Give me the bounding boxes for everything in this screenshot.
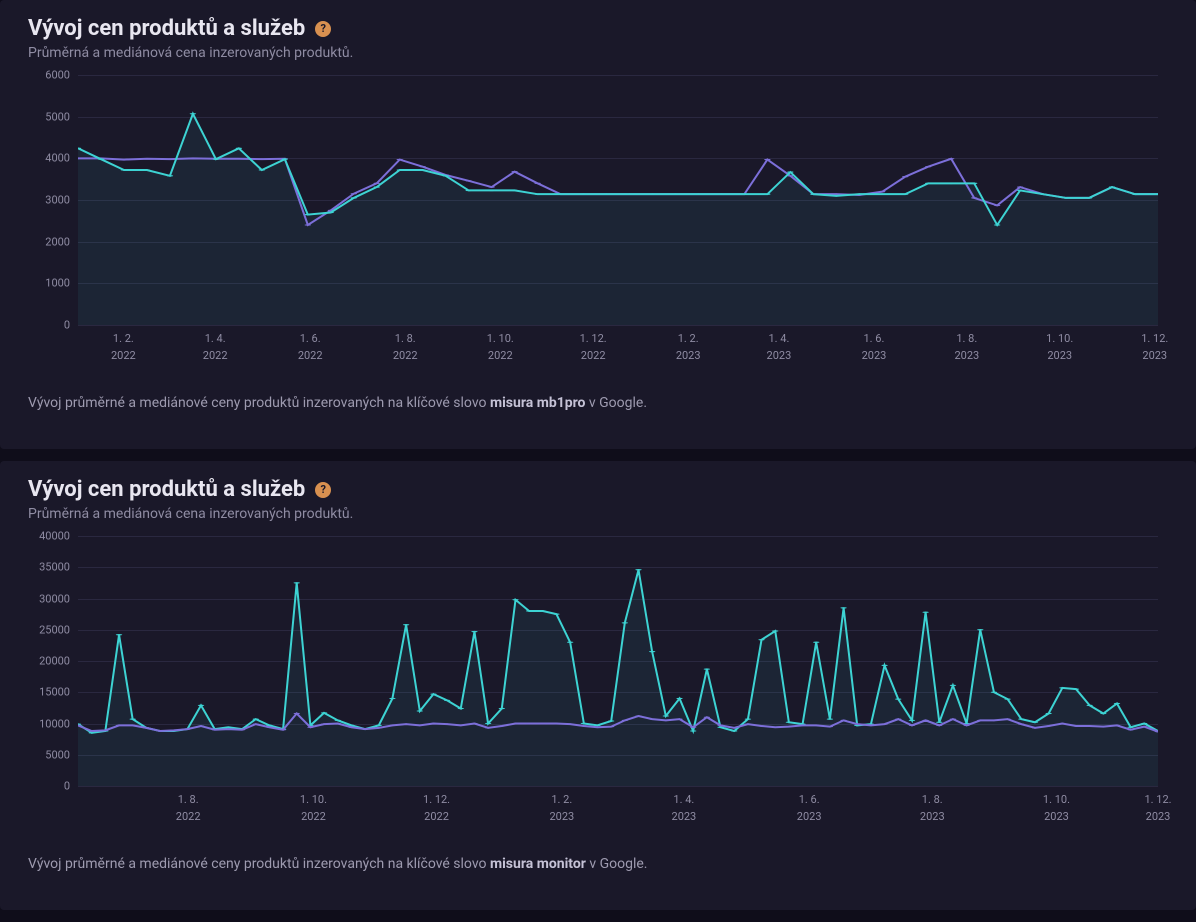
y-tick-label: 5000 xyxy=(45,748,70,761)
x-tick-label: 1. 8.2023 xyxy=(954,325,979,364)
footer-suffix: v Google. xyxy=(585,395,647,411)
x-tick-label: 1. 2.2023 xyxy=(549,786,574,825)
x-tick-label: 1. 10.2022 xyxy=(487,325,514,364)
x-tick-label: 1. 8.2022 xyxy=(393,325,418,364)
y-tick-label: 35000 xyxy=(39,561,70,574)
x-tick-label: 1. 12.2023 xyxy=(1141,325,1168,364)
footer-suffix: v Google. xyxy=(586,856,648,872)
x-tick-label: 1. 12.2022 xyxy=(423,786,450,825)
y-tick-label: 30000 xyxy=(39,592,70,605)
x-tick-label: 1. 2.2022 xyxy=(111,325,136,364)
y-tick-label: 6000 xyxy=(45,69,70,82)
y-tick-label: 5000 xyxy=(45,110,70,123)
x-tick-label: 1. 10.2022 xyxy=(300,786,327,825)
x-tick-label: 1. 8.2022 xyxy=(176,786,201,825)
panel-footer: Vývoj průměrné a mediánové ceny produktů… xyxy=(28,395,1168,411)
panel-subtitle: Průměrná a mediánová cena inzerovaných p… xyxy=(28,506,1168,522)
y-tick-label: 1000 xyxy=(45,277,70,290)
grid-line xyxy=(78,325,1158,326)
chart-2[interactable]: 0500010000150002000025000300003500040000… xyxy=(28,536,1168,836)
y-tick-label: 0 xyxy=(64,780,70,793)
y-tick-label: 25000 xyxy=(39,623,70,636)
price-panel-2: Vývoj cen produktů a služeb ? Průměrná a… xyxy=(0,461,1196,910)
y-tick-label: 2000 xyxy=(45,235,70,248)
panel-subtitle: Průměrná a mediánová cena inzerovaných p… xyxy=(28,45,1168,61)
footer-keyword: misura mb1pro xyxy=(490,395,585,411)
help-icon[interactable]: ? xyxy=(315,482,331,498)
help-icon[interactable]: ? xyxy=(315,21,331,37)
y-tick-label: 4000 xyxy=(45,152,70,165)
footer-keyword: misura monitor xyxy=(490,856,586,872)
y-tick-label: 15000 xyxy=(39,686,70,699)
x-tick-label: 1. 2.2023 xyxy=(676,325,701,364)
x-tick-label: 1. 4.2022 xyxy=(203,325,228,364)
x-tick-label: 1. 6.2022 xyxy=(298,325,323,364)
chart-svg xyxy=(78,536,1158,786)
panel-title: Vývoj cen produktů a služeb xyxy=(28,16,305,41)
y-tick-label: 10000 xyxy=(39,717,70,730)
y-tick-label: 40000 xyxy=(39,530,70,543)
x-tick-label: 1. 6.2023 xyxy=(862,325,887,364)
y-tick-label: 0 xyxy=(64,319,70,332)
price-panel-1: Vývoj cen produktů a služeb ? Průměrná a… xyxy=(0,0,1196,449)
x-tick-label: 1. 8.2023 xyxy=(920,786,945,825)
panel-title-row: Vývoj cen produktů a služeb ? xyxy=(28,16,1168,41)
panel-footer: Vývoj průměrné a mediánové ceny produktů… xyxy=(28,856,1168,872)
grid-line xyxy=(78,786,1158,787)
x-tick-label: 1. 4.2023 xyxy=(767,325,792,364)
x-tick-label: 1. 12.2022 xyxy=(580,325,607,364)
footer-prefix: Vývoj průměrné a mediánové ceny produktů… xyxy=(28,856,490,872)
x-tick-label: 1. 4.2023 xyxy=(672,786,697,825)
chart-svg xyxy=(78,75,1158,325)
x-tick-label: 1. 10.2023 xyxy=(1043,786,1070,825)
panel-title-row: Vývoj cen produktů a služeb ? xyxy=(28,477,1168,502)
footer-prefix: Vývoj průměrné a mediánové ceny produktů… xyxy=(28,395,490,411)
y-tick-label: 20000 xyxy=(39,655,70,668)
x-tick-label: 1. 6.2023 xyxy=(797,786,822,825)
chart-1[interactable]: 01000200030004000500060001. 2.20221. 4.2… xyxy=(28,75,1168,375)
x-tick-label: 1. 12.2023 xyxy=(1144,786,1171,825)
y-tick-label: 3000 xyxy=(45,194,70,207)
panel-title: Vývoj cen produktů a služeb xyxy=(28,477,305,502)
x-tick-label: 1. 10.2023 xyxy=(1046,325,1073,364)
